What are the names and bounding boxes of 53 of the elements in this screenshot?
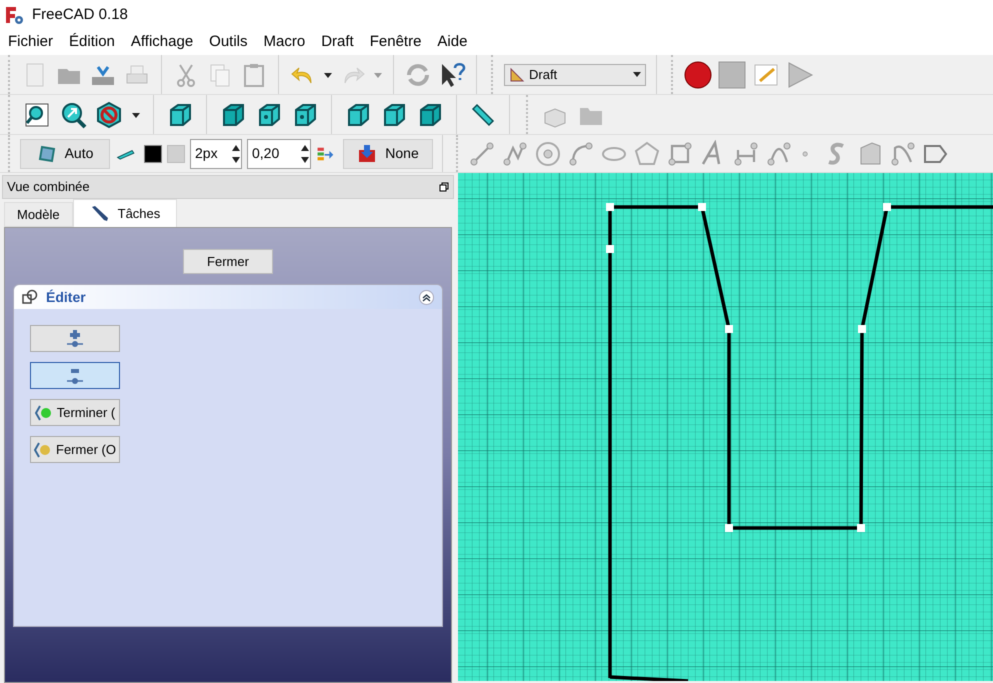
line-color-swatch[interactable] bbox=[144, 144, 162, 162]
record-icon[interactable] bbox=[684, 60, 712, 88]
no-entry-icon[interactable] bbox=[95, 100, 123, 128]
add-point-button[interactable] bbox=[30, 325, 120, 352]
task-box-title: Éditer bbox=[46, 288, 87, 306]
double-chevron-icon bbox=[422, 292, 431, 302]
window-title: FreeCAD 0.18 bbox=[32, 4, 128, 25]
circle-icon[interactable] bbox=[534, 140, 562, 168]
restore-icon[interactable] bbox=[439, 182, 449, 192]
wire-close-icon bbox=[34, 440, 52, 458]
close-wire-button[interactable]: Fermer (O bbox=[30, 436, 120, 463]
construction-mode-button[interactable]: Auto bbox=[20, 138, 110, 168]
menu-item[interactable]: Aide bbox=[437, 31, 468, 54]
stop-icon[interactable] bbox=[718, 60, 746, 88]
zoom-arrow-icon[interactable] bbox=[59, 100, 87, 128]
sketch-wire[interactable] bbox=[606, 203, 993, 681]
line-icon[interactable] bbox=[468, 140, 496, 168]
finish-button[interactable]: Terminer ( bbox=[30, 399, 120, 426]
close-button[interactable]: Fermer bbox=[183, 249, 273, 274]
panel-title: Vue combinée bbox=[7, 178, 90, 196]
dimension-icon[interactable] bbox=[732, 140, 760, 168]
edit-shapes-icon bbox=[22, 289, 38, 305]
font-size-spinbox[interactable]: 0,20 bbox=[247, 138, 311, 168]
remove-point-button[interactable] bbox=[30, 362, 120, 389]
panel-tab[interactable]: Modèle bbox=[4, 202, 73, 227]
menu-item[interactable]: Fenêtre bbox=[370, 31, 422, 54]
line-width-spinbox[interactable]: 2px bbox=[190, 138, 242, 168]
construction-plane-icon bbox=[36, 144, 57, 164]
menu-item[interactable]: Macro bbox=[264, 31, 306, 54]
working-plane-button[interactable]: None bbox=[343, 138, 433, 168]
collapse-button[interactable] bbox=[419, 290, 434, 304]
wire-check-icon bbox=[34, 404, 53, 422]
caret-icon bbox=[633, 72, 641, 78]
plane-arrow-icon bbox=[357, 144, 378, 164]
play-icon[interactable] bbox=[786, 60, 814, 88]
add-point-icon bbox=[65, 328, 85, 348]
bezier-icon[interactable] bbox=[889, 140, 917, 168]
menu-item[interactable]: Affichage bbox=[130, 31, 194, 54]
workbench-dropdown[interactable]: Draft bbox=[504, 64, 646, 86]
rectangle-icon[interactable] bbox=[666, 140, 694, 168]
arc-icon[interactable] bbox=[567, 140, 595, 168]
menu-item[interactable]: Draft bbox=[321, 31, 354, 54]
menu-item[interactable]: Outils bbox=[209, 31, 248, 54]
zoom-fit-icon[interactable] bbox=[23, 100, 51, 128]
wire-icon[interactable] bbox=[501, 140, 529, 168]
face-color-swatch[interactable] bbox=[167, 144, 185, 162]
polygon-icon[interactable] bbox=[633, 140, 661, 168]
sketch-viewport[interactable] bbox=[458, 173, 993, 681]
app-logo-icon bbox=[4, 5, 24, 25]
pencil-icon bbox=[90, 204, 110, 222]
menu-item[interactable]: Édition bbox=[69, 31, 115, 54]
menu-item[interactable]: Fichier bbox=[8, 31, 54, 54]
panel-tab[interactable]: Tâches bbox=[72, 199, 178, 227]
